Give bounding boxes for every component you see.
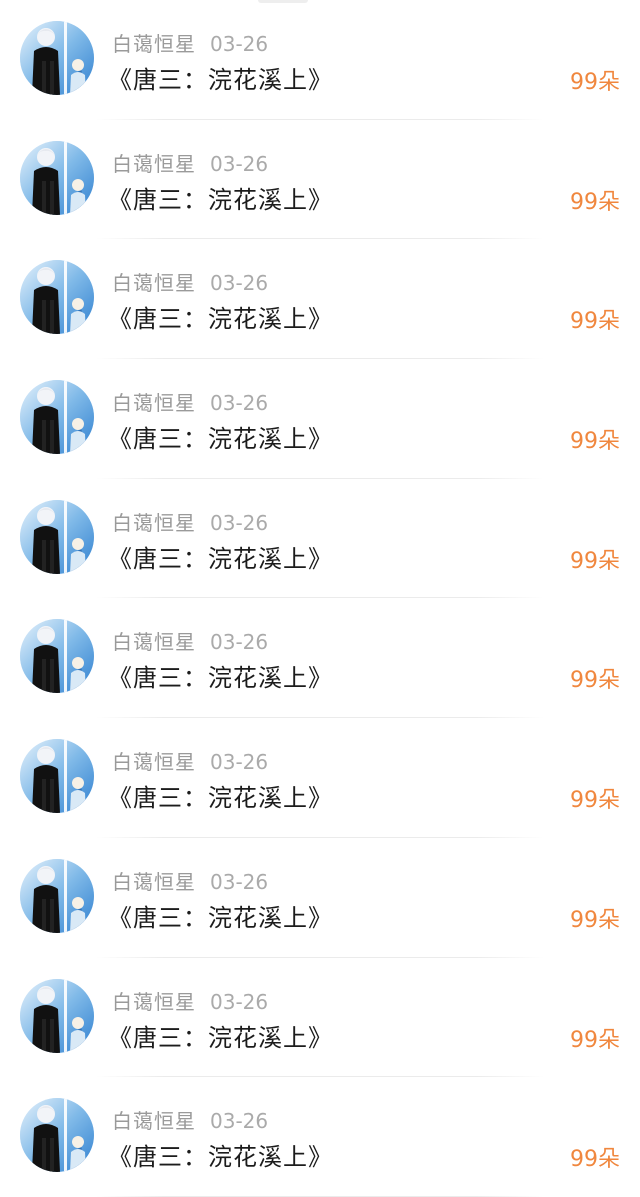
flower-count: 99朵 [570,788,620,814]
author-name[interactable]: 白蔼恒星 [112,32,196,56]
author-name[interactable]: 白蔼恒星 [112,990,196,1014]
avatar-image [20,499,94,574]
item-meta: 白蔼恒星 03-26 [112,746,269,775]
list-item[interactable]: 白蔼恒星 03-26 《唐三：浣花溪上》 99朵 [0,1077,640,1197]
flower-count: 99朵 [570,429,620,455]
avatar-image [20,1098,94,1173]
item-title[interactable]: 《唐三：浣花溪上》 [108,419,333,454]
item-meta: 白蔼恒星 03-26 [112,387,269,416]
list-item[interactable]: 白蔼恒星 03-26 《唐三：浣花溪上》 99朵 [0,239,640,360]
avatar-image [20,140,94,215]
author-name[interactable]: 白蔼恒星 [112,630,196,654]
gift-list: 白蔼恒星 03-26 《唐三：浣花溪上》 99朵 白蔼恒星 03-26 《唐三：… [0,0,640,1197]
author-name[interactable]: 白蔼恒星 [112,511,196,535]
avatar[interactable] [20,739,94,814]
item-title[interactable]: 《唐三：浣花溪上》 [108,539,333,574]
post-date: 03-26 [210,630,269,655]
avatar[interactable] [20,260,94,335]
list-item[interactable]: 白蔼恒星 03-26 《唐三：浣花溪上》 99朵 [0,958,640,1078]
avatar-image [20,739,94,814]
item-title[interactable]: 《唐三：浣花溪上》 [108,898,333,933]
avatar[interactable] [20,978,94,1053]
author-name[interactable]: 白蔼恒星 [112,391,196,415]
avatar[interactable] [20,499,94,574]
post-date: 03-26 [210,510,269,535]
avatar-image [20,619,94,694]
item-title[interactable]: 《唐三：浣花溪上》 [108,1018,333,1053]
avatar[interactable] [20,619,94,694]
list-item[interactable]: 白蔼恒星 03-26 《唐三：浣花溪上》 99朵 [0,359,640,479]
post-date: 03-26 [210,391,269,416]
item-meta: 白蔼恒星 03-26 [112,507,269,535]
avatar-image [20,978,94,1053]
flower-count: 99朵 [570,907,620,933]
item-title[interactable]: 《唐三：浣花溪上》 [108,299,333,334]
item-title[interactable]: 《唐三：浣花溪上》 [108,778,333,813]
post-date: 03-26 [210,750,269,775]
post-date: 03-26 [210,1109,269,1134]
item-title[interactable]: 《唐三：浣花溪上》 [108,1137,333,1172]
author-name[interactable]: 白蔼恒星 [112,870,196,894]
post-date: 03-26 [210,32,269,56]
flower-count: 99朵 [570,1027,620,1053]
list-item[interactable]: 白蔼恒星 03-26 《唐三：浣花溪上》 99朵 [0,718,640,838]
avatar[interactable] [20,21,94,95]
flower-count: 99朵 [570,70,620,95]
item-meta: 白蔼恒星 03-26 [112,148,269,176]
item-title[interactable]: 《唐三：浣花溪上》 [108,60,333,95]
list-item[interactable]: 白蔼恒星 03-26 《唐三：浣花溪上》 99朵 [0,838,640,958]
flower-count: 99朵 [570,1147,620,1173]
avatar-image [20,380,94,455]
flower-count: 99朵 [570,309,620,335]
post-date: 03-26 [210,869,269,894]
item-meta: 白蔼恒星 03-26 [112,626,269,655]
post-date: 03-26 [210,271,269,296]
author-name[interactable]: 白蔼恒星 [112,271,196,295]
avatar-image [20,858,94,933]
item-title[interactable]: 《唐三：浣花溪上》 [108,658,333,693]
author-name[interactable]: 白蔼恒星 [112,152,196,176]
list-item[interactable]: 白蔼恒星 03-26 《唐三：浣花溪上》 99朵 [0,0,640,120]
avatar[interactable] [20,1098,94,1173]
flower-count: 99朵 [570,189,620,215]
item-meta: 白蔼恒星 03-26 [112,28,269,56]
author-name[interactable]: 白蔼恒星 [112,750,196,774]
list-item[interactable]: 白蔼恒星 03-26 《唐三：浣花溪上》 99朵 [0,598,640,719]
avatar[interactable] [20,380,94,455]
avatar-image [20,260,94,335]
list-item[interactable]: 白蔼恒星 03-26 《唐三：浣花溪上》 99朵 [0,479,640,599]
flower-count: 99朵 [570,548,620,574]
item-meta: 白蔼恒星 03-26 [112,267,269,296]
item-meta: 白蔼恒星 03-26 [112,986,269,1014]
avatar-image [20,21,94,95]
item-meta: 白蔼恒星 03-26 [112,866,269,894]
item-meta: 白蔼恒星 03-26 [112,1105,269,1134]
list-item[interactable]: 白蔼恒星 03-26 《唐三：浣花溪上》 99朵 [0,120,640,240]
avatar[interactable] [20,140,94,215]
item-title[interactable]: 《唐三：浣花溪上》 [108,180,333,215]
author-name[interactable]: 白蔼恒星 [112,1109,196,1133]
post-date: 03-26 [210,989,269,1014]
avatar[interactable] [20,858,94,933]
post-date: 03-26 [210,151,269,176]
flower-count: 99朵 [570,668,620,694]
